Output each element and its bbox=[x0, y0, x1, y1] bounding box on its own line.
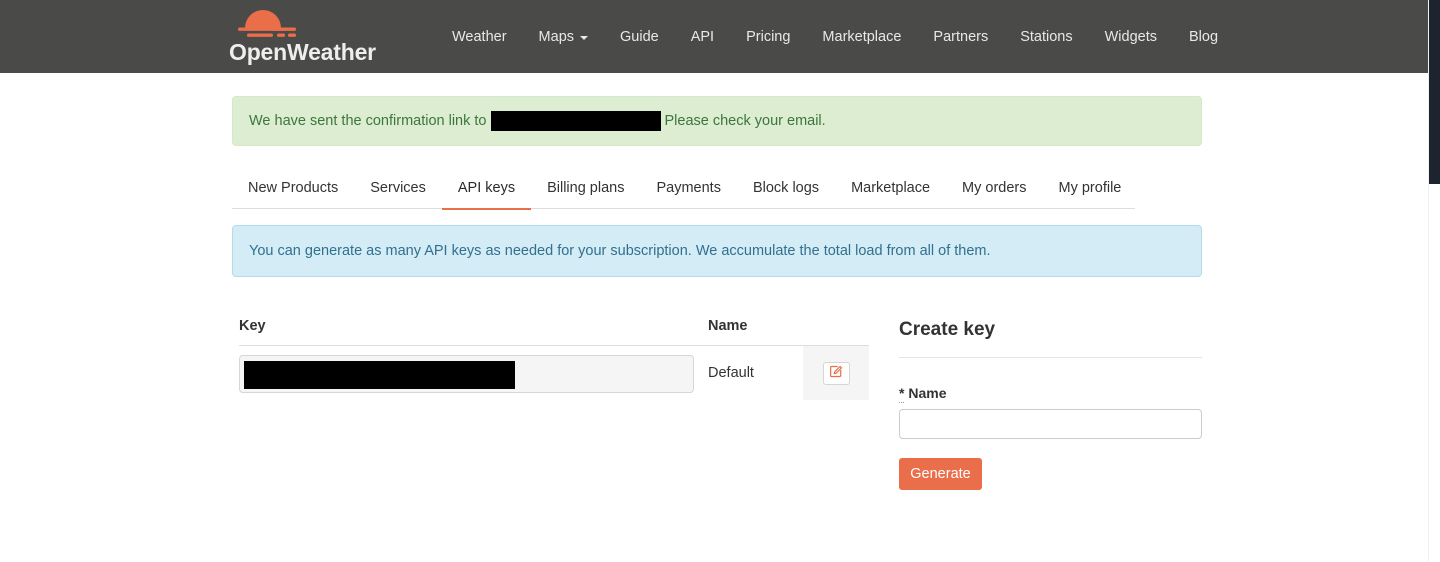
table-row: Default bbox=[239, 346, 869, 400]
tab-payments[interactable]: Payments bbox=[640, 171, 736, 210]
sun-cloud-icon bbox=[235, 6, 309, 40]
page-scrollbar[interactable] bbox=[1428, 0, 1440, 562]
nav-item-partners[interactable]: Partners bbox=[917, 27, 1004, 47]
nav-item-weather[interactable]: Weather bbox=[452, 27, 523, 47]
tab-my-profile[interactable]: My profile bbox=[1043, 171, 1138, 210]
nav-label: Stations bbox=[1020, 28, 1073, 45]
nav-item-api[interactable]: API bbox=[675, 27, 730, 47]
main-navigation: Weather Maps Guide API Pricing Marketpla… bbox=[452, 0, 1234, 73]
confirmation-alert-text-before: We have sent the confirmation link to bbox=[249, 113, 487, 129]
confirmation-alert-text-after: Please check your email. bbox=[664, 113, 826, 129]
name-field-label: * Name bbox=[899, 385, 1202, 403]
chevron-down-icon bbox=[580, 35, 589, 40]
api-keys-info-alert: You can generate as many API keys as nee… bbox=[232, 225, 1202, 277]
api-key-input[interactable] bbox=[239, 355, 694, 393]
page-scrollbar-thumb[interactable] bbox=[1429, 0, 1440, 184]
nav-label: Maps bbox=[538, 28, 575, 45]
nav-label: Partners bbox=[933, 28, 989, 45]
nav-label: Marketplace bbox=[822, 28, 902, 45]
nav-label: Guide bbox=[620, 28, 659, 45]
name-field-label-text: Name bbox=[908, 385, 947, 401]
create-key-divider bbox=[899, 357, 1202, 358]
generate-key-button[interactable]: Generate bbox=[899, 458, 982, 490]
site-logo[interactable]: OpenWeather bbox=[229, 6, 376, 68]
tab-billing-plans[interactable]: Billing plans bbox=[531, 171, 640, 210]
nav-item-pricing[interactable]: Pricing bbox=[730, 27, 806, 47]
nav-label: Weather bbox=[452, 28, 507, 45]
tab-my-orders[interactable]: My orders bbox=[946, 171, 1042, 210]
site-header: OpenWeather Weather Maps Guide API Prici… bbox=[0, 0, 1428, 73]
cell-name: Default bbox=[708, 365, 754, 381]
nav-item-guide[interactable]: Guide bbox=[604, 27, 675, 47]
tab-api-keys[interactable]: API keys bbox=[441, 171, 532, 210]
required-asterisk: * bbox=[899, 385, 905, 403]
nav-label: API bbox=[690, 28, 715, 45]
account-tabs: New Products Services API keys Billing p… bbox=[232, 171, 1138, 210]
tab-block-logs[interactable]: Block logs bbox=[737, 171, 835, 210]
tab-marketplace[interactable]: Marketplace bbox=[835, 171, 946, 210]
nav-item-marketplace[interactable]: Marketplace bbox=[806, 27, 917, 47]
nav-item-stations[interactable]: Stations bbox=[1004, 27, 1088, 47]
nav-label: Widgets bbox=[1104, 28, 1158, 45]
tab-services[interactable]: Services bbox=[354, 171, 442, 210]
nav-item-blog[interactable]: Blog bbox=[1173, 27, 1234, 47]
cell-key bbox=[239, 346, 708, 400]
nav-label: Pricing bbox=[746, 28, 791, 45]
nav-item-widgets[interactable]: Widgets bbox=[1089, 27, 1173, 47]
nav-label: Blog bbox=[1189, 28, 1219, 45]
confirmation-alert: We have sent the confirmation link to Pl… bbox=[232, 96, 1202, 146]
api-keys-info-text: You can generate as many API keys as nee… bbox=[249, 243, 991, 259]
redacted-email bbox=[490, 111, 661, 131]
cell-actions bbox=[803, 346, 869, 400]
create-key-panel: Create key * Name Generate bbox=[899, 318, 1202, 490]
table-header-row: Key Name bbox=[239, 318, 869, 346]
create-key-title: Create key bbox=[899, 319, 996, 340]
nav-item-maps[interactable]: Maps bbox=[523, 27, 604, 47]
tab-new-products[interactable]: New Products bbox=[232, 171, 354, 210]
edit-key-button[interactable] bbox=[822, 361, 850, 385]
redacted-api-key bbox=[244, 361, 515, 389]
column-header-name: Name bbox=[708, 318, 748, 334]
column-header-key: Key bbox=[239, 318, 266, 334]
api-keys-table: Key Name Default bbox=[239, 318, 869, 400]
name-input[interactable] bbox=[899, 409, 1202, 439]
edit-pencil-square-icon bbox=[829, 365, 843, 381]
site-logo-text: OpenWeather bbox=[229, 39, 376, 65]
